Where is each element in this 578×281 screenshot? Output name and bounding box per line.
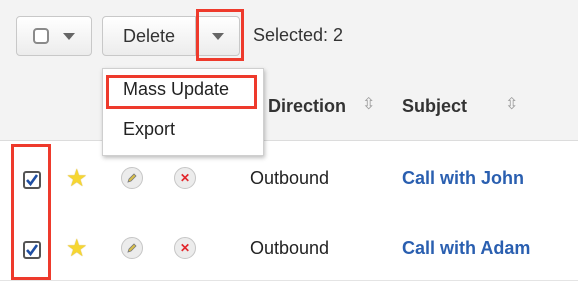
direction-cell: Outbound [250,168,330,188]
direction-cell: Outbound [250,238,330,258]
select-all-checkbox[interactable] [33,28,49,44]
menu-item-export[interactable]: Export [123,119,175,140]
column-header-subject[interactable]: Subject [402,96,467,117]
star-icon[interactable]: ★ [66,164,88,193]
highlight-box [106,75,257,109]
edit-icon[interactable] [121,237,143,259]
column-header-direction[interactable]: Direction [250,96,346,117]
remove-icon[interactable]: ✕ [174,167,196,189]
table-row[interactable]: ★ ✕ Outbound Call with Adam [0,214,578,281]
highlight-box [196,9,244,61]
remove-icon[interactable]: ✕ [174,237,196,259]
pencil-icon [127,243,137,253]
star-icon[interactable]: ★ [66,234,88,263]
sort-icon[interactable]: ⇳ [362,94,375,114]
list-toolbar: Delete Selected: 2 [0,0,578,73]
selected-count: Selected: 2 [253,25,344,45]
edit-icon[interactable] [121,167,143,189]
select-all-dropdown[interactable] [16,16,92,56]
chevron-down-icon [63,32,75,40]
highlight-box [11,144,51,280]
pencil-icon [127,173,137,183]
table-row[interactable]: ★ ✕ Outbound Call with John [0,144,578,215]
delete-button[interactable]: Delete [102,16,196,56]
sort-icon[interactable]: ⇳ [505,94,518,114]
subject-link[interactable]: Call with John [402,168,524,189]
subject-link[interactable]: Call with Adam [402,238,530,259]
